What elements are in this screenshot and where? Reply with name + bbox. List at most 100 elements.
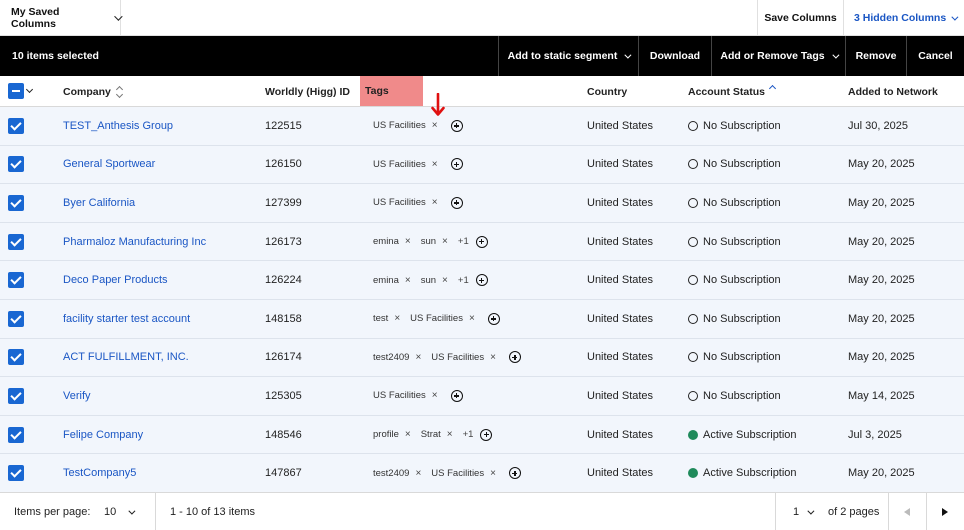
add-remove-tags-button[interactable]: Add or Remove Tags [711,36,845,76]
table-row[interactable]: Byer California 127399 US Facilities × Unite… [0,184,964,223]
table-row[interactable]: ACT FULFILLMENT, INC. 126174 test2409 × US F… [0,338,964,378]
column-header-account-status[interactable]: Account Status [688,76,777,107]
more-tags-count[interactable]: +1 [463,429,474,440]
row-checkbox[interactable] [8,387,24,404]
added-date: May 20, 2025 [848,235,915,248]
remove-tag-icon[interactable]: × [394,313,400,324]
add-tag-icon[interactable] [450,389,463,402]
worldly-id: 126173 [265,235,302,248]
table-row[interactable]: TestCompany5 147867 test2409 × US Facilities… [0,454,964,493]
table-row[interactable]: Verify 125305 US Facilities × United States N… [0,377,964,416]
tags-cell: emina × sun × +1 [373,223,488,261]
more-tags-count[interactable]: +1 [458,236,469,247]
remove-tag-icon[interactable]: × [415,352,421,363]
column-header-country[interactable]: Country [587,76,627,107]
select-options-chevron-icon[interactable] [25,85,34,94]
account-status: No Subscription [688,261,781,299]
previous-page-button[interactable] [888,493,926,530]
cancel-button[interactable]: Cancel [906,36,964,76]
table-row[interactable]: Felipe Company 148546 profile × Strat × +1 Unit… [0,415,964,455]
row-checkbox[interactable] [8,156,24,173]
company-link[interactable]: TEST_Anthesis Group [63,107,173,145]
add-tag-icon[interactable] [475,274,488,287]
remove-tag-icon[interactable]: × [490,352,496,363]
remove-tag-icon[interactable]: × [442,275,448,286]
company-link[interactable]: Verify [63,377,91,415]
tag-chip: test × [373,313,400,324]
company-link[interactable]: Deco Paper Products [63,261,168,299]
company-link[interactable]: TestCompany5 [63,454,136,492]
column-header-company-label: Company [63,85,111,98]
chevron-down-icon [128,507,136,515]
worldly-id: 125305 [265,389,302,402]
table-row[interactable]: General Sportwear 126150 US Facilities × Uni… [0,145,964,185]
row-checkbox[interactable] [8,194,24,211]
company-link[interactable]: Felipe Company [63,416,143,454]
remove-tag-icon[interactable]: × [469,313,475,324]
row-checkbox[interactable] [8,349,24,366]
tag-chip: test2409 × [373,468,421,479]
column-header-worldly-id[interactable]: Worldly (Higg) ID [265,76,350,107]
row-checkbox[interactable] [8,310,24,327]
remove-tag-icon[interactable]: × [442,236,448,247]
remove-tag-icon[interactable]: × [432,390,438,401]
company-link[interactable]: facility starter test account [63,300,190,338]
tag-label: test [373,313,389,325]
tags-cell: test × US Facilities × [373,300,500,338]
remove-tag-icon[interactable]: × [432,120,438,131]
company-link[interactable]: Pharmaloz Manufacturing Inc [63,223,206,261]
remove-tag-icon[interactable]: × [432,197,438,208]
table-row[interactable]: Deco Paper Products 126224 emina × sun × +1 Uni… [0,261,964,300]
column-header-company[interactable]: Company [63,76,124,107]
add-tag-icon[interactable] [487,312,500,325]
add-tag-icon[interactable] [450,158,463,171]
company-link[interactable]: General Sportwear [63,146,155,184]
no-subscription-status-icon [688,390,698,401]
row-checkbox[interactable] [8,426,24,443]
country: United States [587,158,654,171]
download-button[interactable]: Download [638,36,711,76]
remove-tag-icon[interactable]: × [490,468,496,479]
add-tag-icon[interactable] [480,428,493,441]
remove-tag-icon[interactable]: × [405,275,411,286]
row-checkbox[interactable] [8,272,24,289]
remove-tag-icon[interactable]: × [405,236,411,247]
table-row[interactable]: TEST_Anthesis Group 122515 US Facilities × U… [0,107,964,146]
remove-tag-icon[interactable]: × [447,429,453,440]
row-checkbox[interactable] [8,465,24,482]
tag-chip: US Facilities × [373,197,438,208]
remove-button[interactable]: Remove [845,36,906,76]
tags-cell: US Facilities × [373,184,463,222]
country: United States [587,351,654,364]
remove-tag-icon[interactable]: × [415,468,421,479]
more-tags-count[interactable]: +1 [458,275,469,286]
remove-tag-icon[interactable]: × [432,159,438,170]
country: United States [587,389,654,402]
items-per-page-select[interactable]: 10 [104,493,136,530]
save-columns-button[interactable]: Save Columns [757,0,843,36]
company-link[interactable]: ACT FULFILLMENT, INC. [63,339,189,377]
add-tag-icon[interactable] [508,351,521,364]
company-link[interactable]: Byer California [63,184,135,222]
table-row[interactable]: facility starter test account 148158 test ×… [0,299,964,339]
pagination-bar: Items per page: 10 1 - 10 of 13 items 1 … [0,492,964,530]
add-tag-icon[interactable] [450,119,463,132]
table-row[interactable]: Pharmaloz Manufacturing Inc 126173 emina × s… [0,222,964,262]
remove-tag-icon[interactable]: × [405,429,411,440]
next-page-button[interactable] [926,493,964,530]
column-header-added[interactable]: Added to Network [848,76,938,107]
add-to-static-segment-button[interactable]: Add to static segment [498,36,638,76]
row-checkbox[interactable] [8,233,24,250]
add-tag-icon[interactable] [475,235,488,248]
page-select[interactable]: 1 [793,493,815,530]
caret-right-icon [942,508,948,516]
select-all-checkbox[interactable] [8,83,24,99]
hidden-columns-dropdown[interactable]: 3 Hidden Columns [843,0,964,36]
row-checkbox[interactable] [8,117,24,134]
saved-columns-dropdown[interactable]: My Saved Columns [0,0,123,36]
add-tag-icon[interactable] [508,467,521,480]
column-header-tags[interactable]: Tags [360,76,423,106]
add-tag-icon[interactable] [450,196,463,209]
tag-chip: US Facilities × [410,313,475,324]
country: United States [587,235,654,248]
